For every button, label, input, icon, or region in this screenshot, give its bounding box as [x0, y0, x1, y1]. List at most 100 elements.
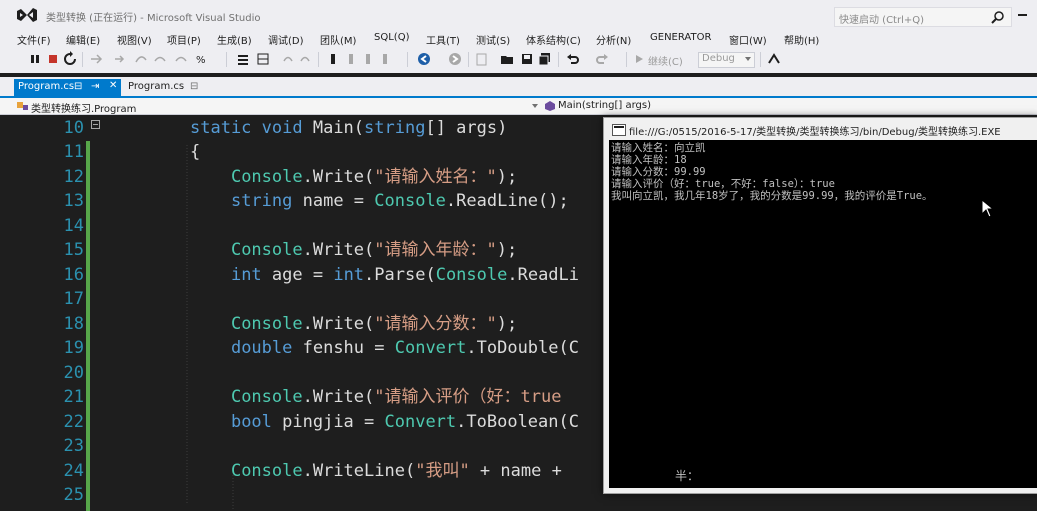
line-number: 21 [63, 387, 84, 407]
step-out-icon[interactable] [152, 51, 168, 67]
toolbar-separator [318, 52, 319, 67]
search-icon[interactable] [991, 10, 1005, 24]
pin-icon[interactable]: ⊟ [190, 81, 198, 92]
step-into-icon[interactable] [112, 51, 128, 67]
console-line: 请输入年龄：18 [611, 154, 687, 166]
bookmark-icon[interactable] [325, 51, 341, 67]
show-next-statement-icon[interactable] [88, 51, 104, 67]
console-window[interactable]: file:///G:/0515/2016-5-17/类型转换/类型转换练习/bi… [603, 117, 1037, 494]
attach-process-icon[interactable] [766, 51, 782, 67]
menu-debug[interactable]: 调试(D) [268, 32, 304, 47]
toolbar-separator [468, 52, 469, 67]
member-dropdown-value: Main(string[] args) [558, 100, 651, 111]
menu-tools[interactable]: 工具(T) [426, 32, 460, 47]
menu-project[interactable]: 项目(P) [167, 32, 201, 47]
line-number: 22 [63, 412, 84, 432]
line-number: 19 [63, 338, 84, 358]
title-bar: 类型转换 (正在运行) - Microsoft Visual Studio 快速… [0, 0, 1037, 30]
code-line: bool pingjia = Convert.ToBoolean(C [230, 412, 579, 432]
toolbar-separator [407, 52, 408, 67]
quick-launch-input[interactable]: 快速启动 (Ctrl+Q) [834, 7, 1012, 27]
code-line: { [190, 142, 201, 162]
toolbar-separator [82, 52, 83, 67]
bookmark-next-icon[interactable] [360, 51, 376, 67]
method-icon [545, 101, 555, 111]
console-line: 请输入分数：99.99 [611, 166, 706, 178]
bookmark-clear-icon[interactable] [377, 51, 393, 67]
pause-icon[interactable] [27, 51, 43, 67]
pin-icon[interactable]: ⊟ [74, 81, 82, 92]
toolbar-separator [558, 52, 559, 67]
code-line: Console.Write("请输入年龄："); [230, 240, 518, 260]
redo-icon[interactable] [594, 51, 610, 67]
console-output[interactable]: 请输入姓名：向立凯 请输入年龄：18 请输入分数：99.99 请输入评价（好：t… [609, 140, 1037, 488]
document-tab-bar: Program.cs ⊟ ⇥ ✕ Program.cs ⊟ [0, 77, 1037, 98]
change-marker [86, 141, 90, 511]
code-line: static void Main(string[] args) [190, 118, 508, 138]
new-project-icon[interactable] [474, 51, 490, 67]
menu-generator[interactable]: GENERATOR [650, 32, 711, 43]
menu-help[interactable]: 帮助(H) [784, 32, 819, 47]
stack-frame-icon[interactable] [255, 51, 271, 67]
chevron-down-icon [745, 57, 751, 61]
menu-team[interactable]: 团队(M) [320, 32, 356, 47]
menu-build[interactable]: 生成(B) [217, 32, 252, 47]
type-dropdown[interactable]: 类型转换练习.Program [14, 98, 542, 115]
stop-icon[interactable] [45, 51, 61, 67]
save-icon[interactable] [519, 51, 535, 67]
line-number: 25 [63, 485, 84, 505]
line-number: 10 [63, 118, 84, 138]
collapse-icon[interactable] [91, 120, 100, 129]
step-over-icon[interactable] [133, 51, 149, 67]
menu-edit[interactable]: 编辑(E) [66, 32, 100, 47]
tab-label: Program.cs [128, 81, 185, 92]
breakpoint-next-icon[interactable] [297, 51, 313, 67]
navigate-forward-icon[interactable] [447, 51, 463, 67]
line-number: 16 [63, 265, 84, 285]
line-number: 14 [63, 216, 84, 236]
window-title: 类型转换 (正在运行) - Microsoft Visual Studio [46, 13, 261, 24]
console-line: 请输入评价（好：true，不好：false）：true [611, 178, 835, 190]
console-line: 我叫向立凯，我几年18岁了，我的分数是99.99，我的评价是True。 [611, 190, 933, 202]
menu-test[interactable]: 测试(S) [476, 32, 510, 47]
line-number: 15 [63, 240, 84, 260]
step-back-icon[interactable] [173, 51, 189, 67]
line-number: 23 [63, 436, 84, 456]
chevron-down-icon [532, 104, 538, 108]
bookmark-prev-icon[interactable] [343, 51, 359, 67]
menu-sql[interactable]: SQL(Q) [374, 32, 409, 43]
menu-architecture[interactable]: 体系结构(C) [526, 32, 581, 47]
close-icon[interactable]: ✕ [109, 80, 117, 91]
hex-display-icon[interactable]: % [195, 51, 211, 67]
undo-icon[interactable] [565, 51, 581, 67]
line-number-gutter: 10 11 12 13 14 15 16 17 18 19 20 21 22 2… [0, 115, 100, 511]
save-all-icon[interactable] [537, 51, 553, 67]
debug-toolbar: % 继续(C) Debug [0, 47, 1037, 73]
code-line: Console.WriteLine("我叫" + name + [230, 461, 573, 481]
restart-icon[interactable] [62, 51, 78, 67]
breakpoint-prev-icon[interactable] [280, 51, 296, 67]
type-dropdown-value: 类型转换练习.Program [31, 104, 137, 115]
console-title-bar: file:///G:/0515/2016-5-17/类型转换/类型转换练习/bi… [604, 118, 1037, 140]
continue-icon[interactable] [631, 51, 647, 67]
navigate-backward-icon[interactable] [416, 51, 432, 67]
menu-analyze[interactable]: 分析(N) [596, 32, 631, 47]
code-line: Console.Write("请输入姓名："); [230, 167, 518, 187]
menu-file[interactable]: 文件(F) [17, 32, 51, 47]
tab-program-cs-active[interactable]: Program.cs ⊟ ⇥ ✕ [14, 79, 121, 96]
class-icon [17, 102, 28, 110]
tab-label: Program.cs [18, 81, 75, 92]
line-number: 13 [63, 191, 84, 211]
menu-view[interactable]: 视图(V) [117, 32, 152, 47]
open-file-icon[interactable] [499, 51, 515, 67]
solution-configuration-select[interactable]: Debug [698, 52, 755, 68]
pin-tab-icon[interactable]: ⇥ [91, 81, 99, 92]
visual-studio-logo-icon [17, 8, 37, 22]
minimize-icon[interactable] [1016, 7, 1030, 21]
code-line: Console.Write("请输入分数："); [230, 314, 518, 334]
member-dropdown[interactable]: Main(string[] args) [544, 98, 1037, 114]
threads-icon[interactable] [235, 51, 251, 67]
menu-window[interactable]: 窗口(W) [729, 32, 767, 47]
code-line: double fenshu = Convert.ToDouble(C [230, 338, 579, 358]
continue-button[interactable]: 继续(C) [648, 53, 683, 68]
